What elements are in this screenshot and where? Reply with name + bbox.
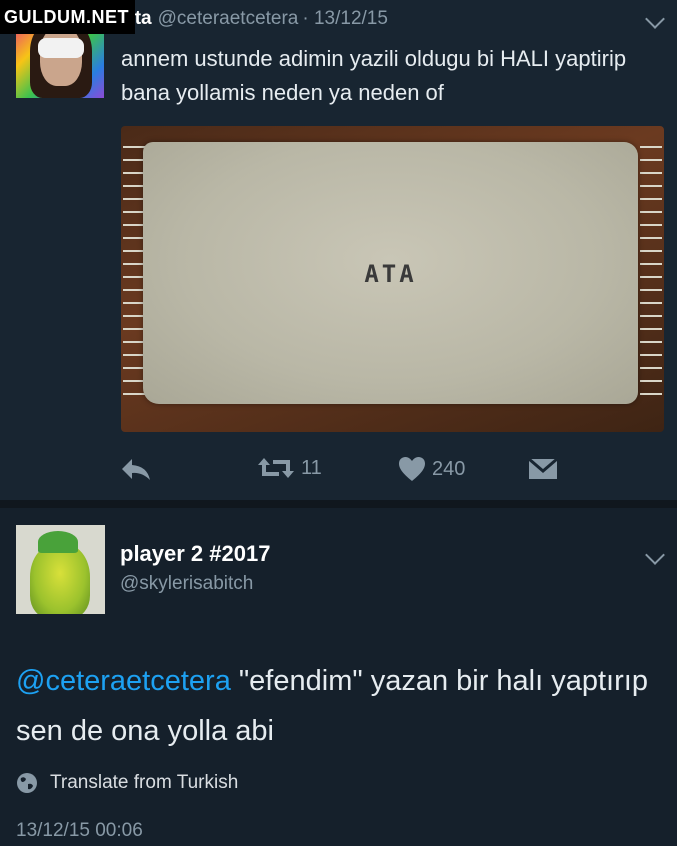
tweet-divider xyxy=(0,500,677,508)
message-icon xyxy=(528,458,558,479)
like-count: 240 xyxy=(432,457,466,480)
rug-image: ATA xyxy=(143,142,638,404)
chevron-down-icon[interactable] xyxy=(645,545,665,565)
tweet-date: · 13/12/15 xyxy=(302,8,388,29)
rug-fringe-right xyxy=(640,146,662,396)
watermark-logo: GULDUM.NET xyxy=(0,0,135,34)
translate-label[interactable]: Translate from Turkish xyxy=(50,772,238,794)
reply-button[interactable] xyxy=(120,456,152,482)
translate-link[interactable]: Translate from Turkish xyxy=(16,772,238,794)
tweet-actions: 11 240 xyxy=(0,452,677,486)
reply-icon xyxy=(122,459,150,480)
tweet-header: Ata @ceteraetcetera · 13/12/15 xyxy=(121,8,388,30)
rug-text: ATA xyxy=(364,260,417,288)
tweet-photo[interactable]: ATA xyxy=(121,126,664,432)
avatar-bird xyxy=(30,543,90,614)
like-button[interactable]: 240 xyxy=(398,456,465,482)
avatar-hat xyxy=(38,531,78,553)
author-name[interactable]: player 2 #2017 xyxy=(120,541,270,567)
globe-icon xyxy=(17,773,37,793)
avatar-mask xyxy=(38,38,84,58)
retweet-count: 11 xyxy=(301,456,322,479)
tweet-text: annem ustunde adimin yazili oldugu bi HA… xyxy=(121,46,627,105)
author-handle[interactable]: @ceteraetcetera xyxy=(158,8,299,29)
tweet-text: @ceteraetcetera "efendim" yazan bir halı… xyxy=(16,656,666,756)
rug-fringe-left xyxy=(123,146,145,396)
avatar[interactable] xyxy=(16,525,105,614)
mention-link[interactable]: @ceteraetcetera xyxy=(16,665,231,697)
tweet-timestamp: 13/12/15 00:06 xyxy=(16,820,143,841)
message-button[interactable] xyxy=(528,458,558,480)
heart-icon xyxy=(399,457,425,481)
retweet-icon xyxy=(258,458,294,478)
retweet-button[interactable]: 11 xyxy=(257,456,322,480)
author-handle[interactable]: @skylerisabitch xyxy=(120,573,253,595)
